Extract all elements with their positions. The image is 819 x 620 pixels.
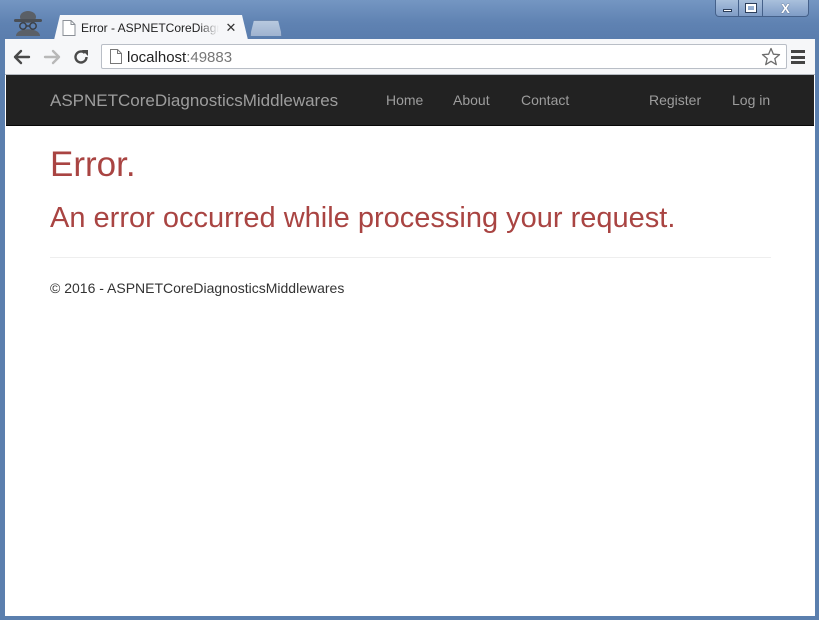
back-button[interactable] — [11, 46, 33, 68]
maximize-icon — [744, 3, 757, 13]
minimize-button[interactable] — [715, 0, 739, 17]
forward-button[interactable] — [41, 46, 63, 68]
page-icon — [110, 49, 122, 64]
nav-link-about[interactable]: About — [453, 92, 490, 108]
reload-button[interactable] — [70, 46, 92, 68]
back-icon — [13, 49, 31, 65]
url-port: :49883 — [186, 49, 233, 66]
close-icon: X — [781, 0, 790, 16]
maximize-button[interactable] — [739, 0, 763, 17]
tab-title: Error - ASPNETCoreDiagnosticsMiddlewares — [81, 20, 219, 35]
divider — [50, 257, 771, 258]
tab-close-icon[interactable]: ✕ — [225, 20, 237, 36]
navbar-brand[interactable]: ASPNETCoreDiagnosticsMiddlewares — [50, 91, 338, 111]
site-navbar: ASPNETCoreDiagnosticsMiddlewares Home Ab… — [6, 75, 814, 126]
browser-toolbar: localhost:49883 — [5, 39, 815, 75]
nav-link-login[interactable]: Log in — [732, 92, 770, 108]
close-window-button[interactable]: X — [763, 0, 809, 17]
incognito-icon — [14, 11, 42, 36]
nav-link-register[interactable]: Register — [649, 92, 701, 108]
page-footer: © 2016 - ASPNETCoreDiagnosticsMiddleware… — [50, 280, 345, 296]
page-favicon — [62, 20, 76, 36]
address-bar[interactable]: localhost:49883 — [101, 44, 787, 69]
url-host: localhost — [127, 49, 187, 66]
browser-tab[interactable]: Error - ASPNETCoreDiagnosticsMiddlewares… — [54, 15, 248, 40]
error-message: An error occurred while processing your … — [50, 202, 676, 234]
new-tab-button[interactable] — [250, 20, 282, 36]
window-controls: X — [715, 0, 809, 17]
window-bottom-frame — [0, 616, 819, 620]
reload-icon — [74, 50, 88, 64]
menu-icon[interactable] — [791, 50, 805, 64]
window-titlebar: Error - ASPNETCoreDiagnosticsMiddlewares… — [0, 0, 819, 39]
url-text: localhost:49883 — [127, 49, 232, 66]
error-heading: Error. — [50, 145, 136, 184]
forward-icon — [43, 49, 61, 65]
page-viewport: ASPNETCoreDiagnosticsMiddlewares Home Ab… — [5, 75, 815, 616]
nav-link-home[interactable]: Home — [386, 92, 423, 108]
nav-link-contact[interactable]: Contact — [521, 92, 569, 108]
minimize-icon — [722, 9, 732, 12]
star-icon[interactable] — [761, 47, 781, 67]
